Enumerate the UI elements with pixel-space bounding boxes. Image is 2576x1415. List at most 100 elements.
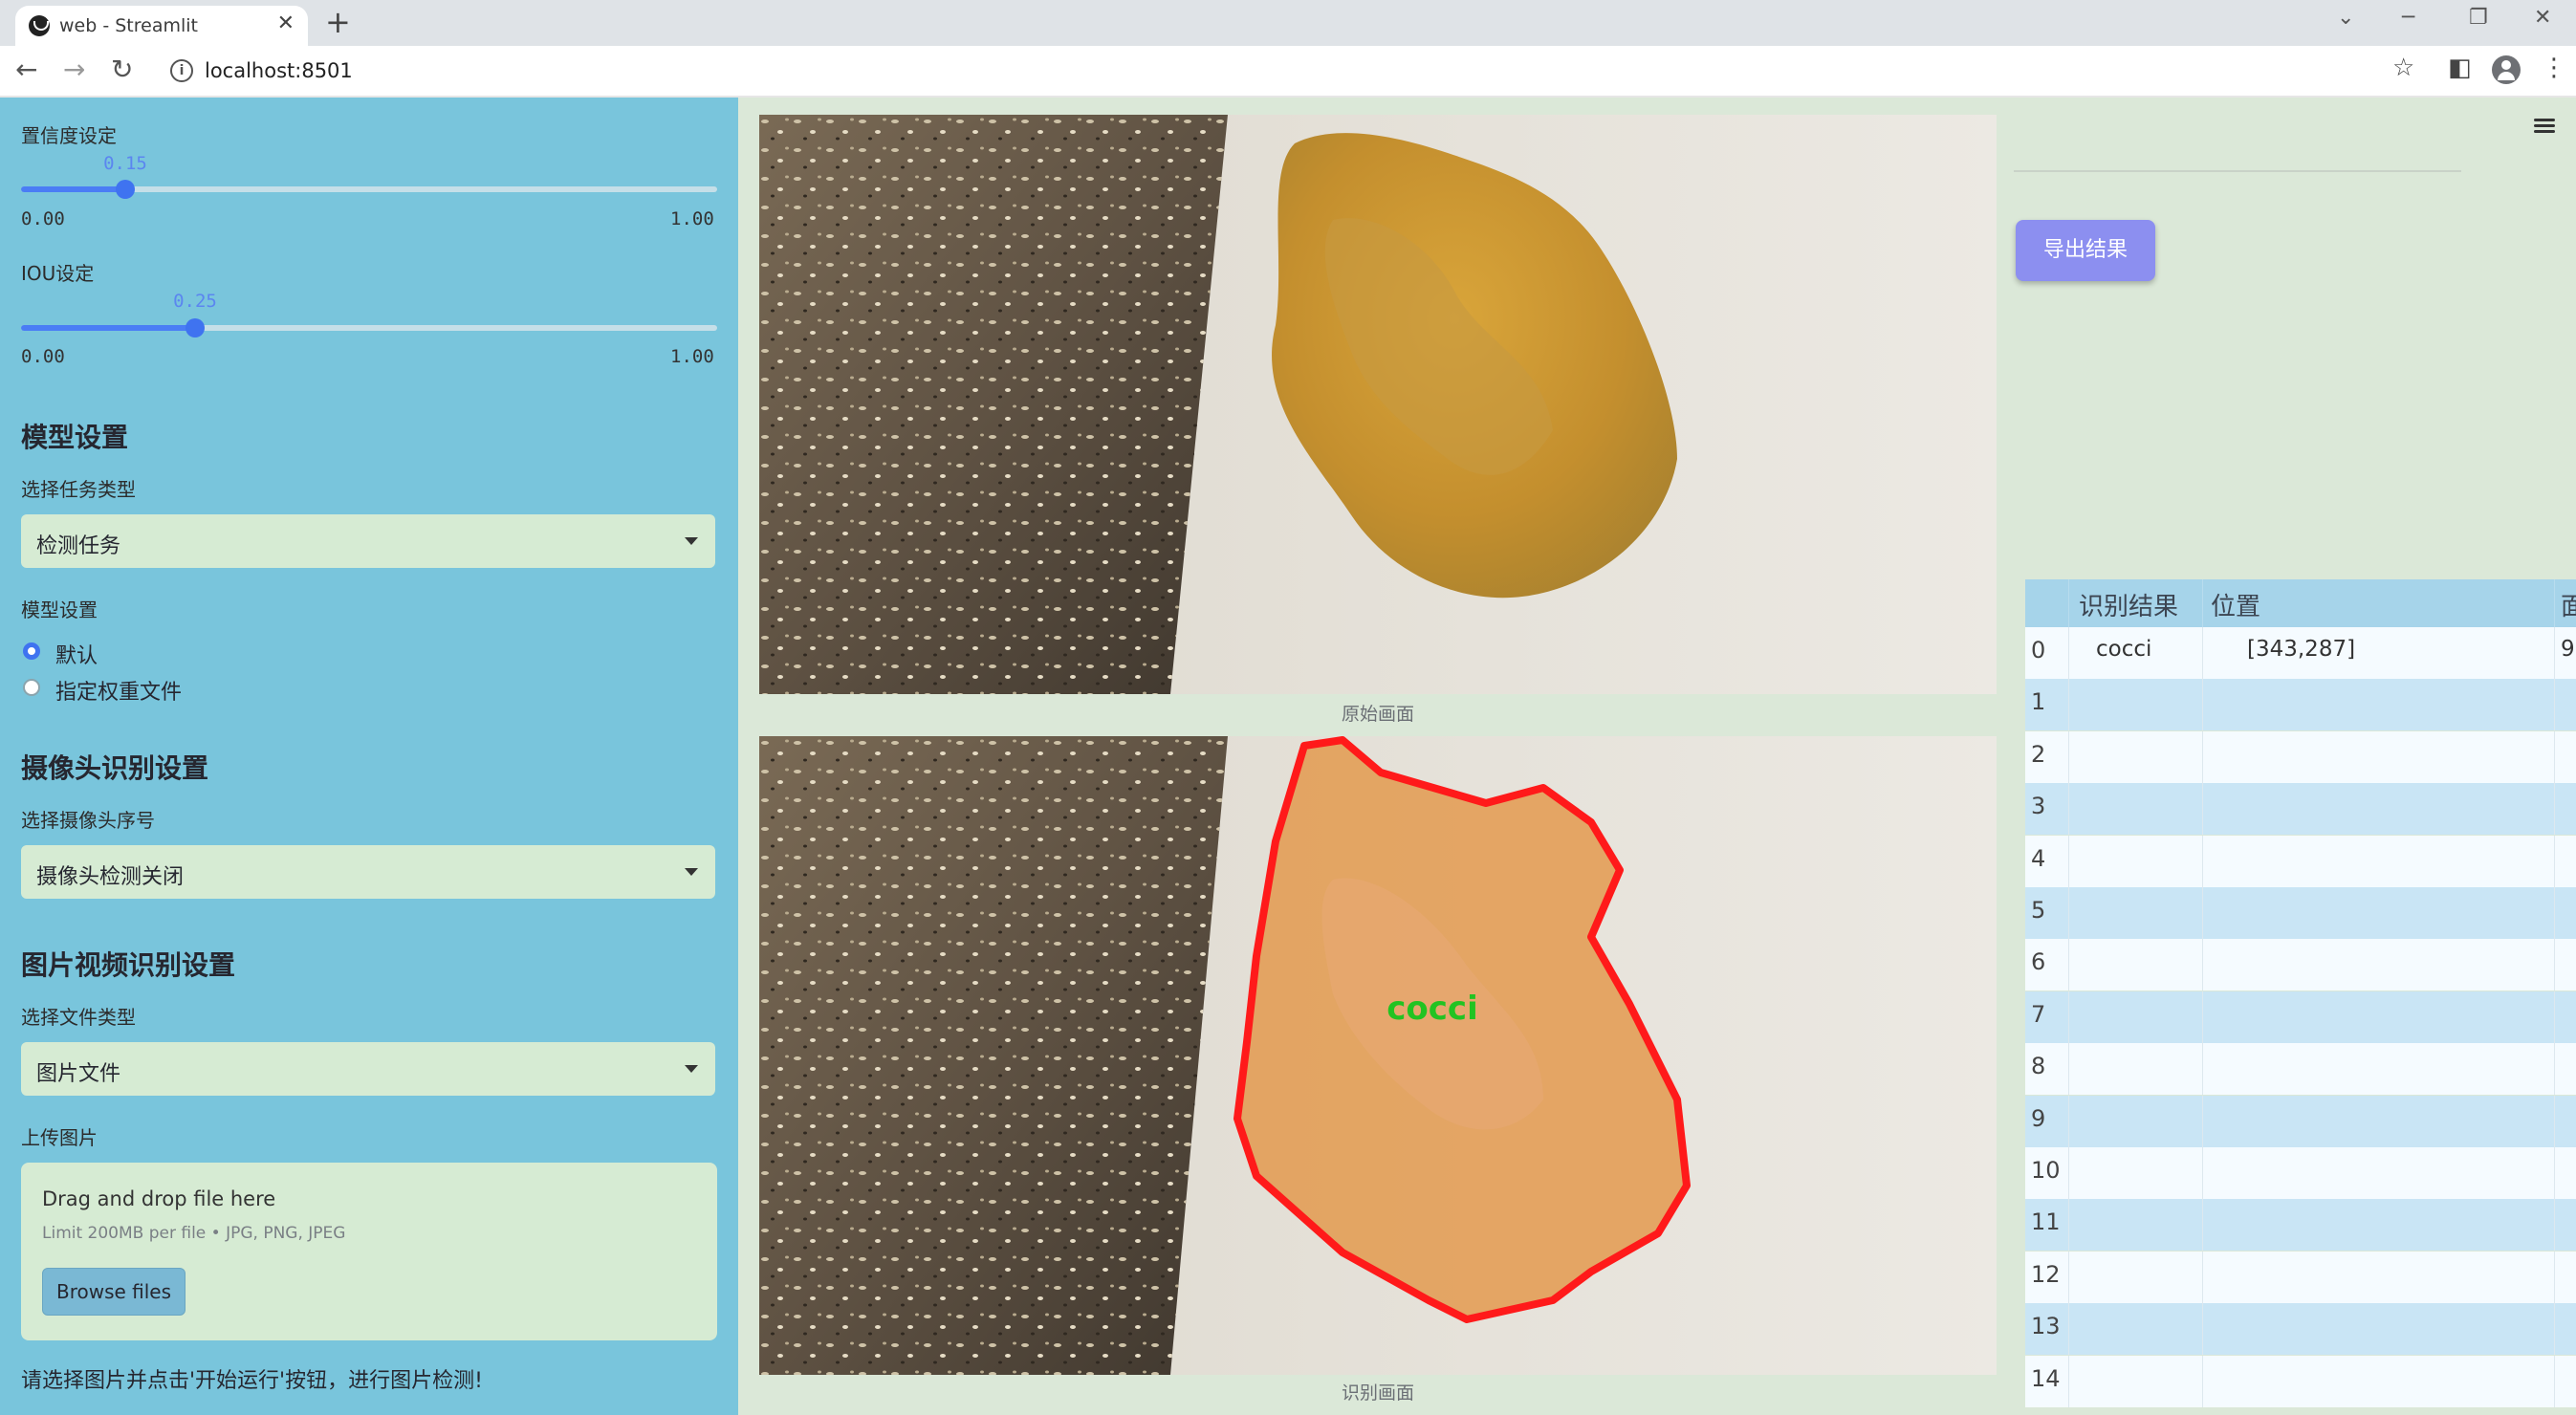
- confidence-min: 0.00: [21, 208, 65, 229]
- browser-tab-bar: web - Streamlit ✕ + ⌄ ─ ❐ ✕: [0, 0, 2576, 46]
- cell-position: [2203, 730, 2555, 783]
- url-field[interactable]: i localhost:8501: [157, 52, 2410, 90]
- row-index: 3: [2025, 783, 2069, 836]
- original-scene: [759, 115, 1997, 694]
- table-row[interactable]: 13: [2025, 1303, 2576, 1356]
- restore-icon[interactable]: ❐: [2469, 6, 2488, 30]
- browser-tab[interactable]: web - Streamlit ✕: [15, 6, 308, 46]
- file-type-value: 图片文件: [36, 1062, 121, 1086]
- radio-unselected-icon[interactable]: [23, 679, 40, 696]
- forward-icon[interactable]: →: [63, 54, 85, 85]
- table-row[interactable]: 7: [2025, 990, 2576, 1043]
- result-image: cocci: [759, 736, 1997, 1375]
- cell-position: [2203, 939, 2555, 991]
- cell-result: [2069, 783, 2203, 836]
- table-row[interactable]: 0cocci[343,287]952380.04: [2025, 627, 2576, 679]
- table-row[interactable]: 1: [2025, 679, 2576, 731]
- row-index: 12: [2025, 1251, 2069, 1303]
- file-uploader[interactable]: Drag and drop file here Limit 200MB per …: [21, 1163, 717, 1340]
- result-scene: cocci: [759, 736, 1997, 1375]
- row-index: 8: [2025, 1043, 2069, 1096]
- task-type-select[interactable]: 检测任务: [21, 514, 715, 568]
- confidence-label: 置信度设定: [21, 124, 117, 147]
- close-tab-icon[interactable]: ✕: [277, 11, 295, 35]
- cell-result: [2069, 730, 2203, 783]
- table-row[interactable]: 8: [2025, 1043, 2576, 1096]
- cell-position: [2203, 1043, 2555, 1096]
- camera-select-value: 摄像头检测关闭: [36, 865, 185, 889]
- cell-position: [2203, 990, 2555, 1043]
- cell-area: [2555, 991, 2576, 1043]
- hamburger-menu-icon[interactable]: [2534, 119, 2555, 134]
- reload-icon[interactable]: ↻: [111, 54, 133, 85]
- original-image: [759, 115, 1997, 694]
- table-row[interactable]: 5: [2025, 887, 2576, 939]
- chevron-down-icon: [685, 868, 698, 876]
- header-area[interactable]: 面积: [2555, 579, 2576, 627]
- row-index: 6: [2025, 939, 2069, 991]
- cell-position: [2203, 679, 2555, 731]
- confidence-slider-fill: [21, 186, 125, 192]
- bookmark-star-icon[interactable]: ☆: [2392, 54, 2414, 82]
- cell-position: [2203, 783, 2555, 836]
- minimize-icon[interactable]: ─: [2402, 6, 2414, 30]
- table-row[interactable]: 10: [2025, 1147, 2576, 1199]
- results-table: 识别结果 位置 面积 时间 0cocci[343,287]952380.0412…: [2025, 579, 2576, 1415]
- cell-position: [2203, 1355, 2555, 1407]
- upload-label: 上传图片: [21, 1126, 98, 1149]
- browse-files-button[interactable]: Browse files: [42, 1268, 186, 1316]
- site-info-icon[interactable]: i: [170, 59, 193, 82]
- new-tab-icon[interactable]: +: [325, 4, 351, 40]
- cell-position: [343,287]: [2203, 627, 2555, 679]
- detection-label: cocci: [1386, 990, 1477, 1028]
- tab-search-icon[interactable]: ⌄: [2337, 6, 2354, 30]
- iou-slider[interactable]: [21, 318, 717, 337]
- confidence-slider[interactable]: [21, 180, 717, 199]
- cell-area: 95238: [2555, 627, 2576, 679]
- close-window-icon[interactable]: ✕: [2534, 6, 2551, 30]
- file-settings-header: 图片视频识别设置: [21, 949, 236, 981]
- cell-result: [2069, 887, 2203, 939]
- file-type-select[interactable]: 图片文件: [21, 1042, 715, 1096]
- table-row[interactable]: 12: [2025, 1251, 2576, 1303]
- result-caption: 识别画面: [1341, 1382, 1414, 1404]
- cell-area: [2555, 1199, 2576, 1251]
- table-row[interactable]: 6: [2025, 939, 2576, 991]
- radio-selected-icon[interactable]: [23, 642, 40, 660]
- camera-index-label: 选择摄像头序号: [21, 809, 155, 832]
- iou-slider-thumb[interactable]: [186, 318, 205, 337]
- table-row[interactable]: 4: [2025, 835, 2576, 887]
- cell-result: cocci: [2069, 627, 2203, 679]
- table-row[interactable]: 9: [2025, 1095, 2576, 1147]
- cell-area: [2555, 731, 2576, 783]
- cell-position: [2203, 1251, 2555, 1303]
- header-position[interactable]: 位置: [2203, 579, 2555, 627]
- task-type-label: 选择任务类型: [21, 478, 136, 501]
- upload-limit-text: Limit 200MB per file • JPG, PNG, JPEG: [42, 1224, 346, 1243]
- header-result[interactable]: 识别结果: [2069, 579, 2203, 627]
- profile-avatar-icon[interactable]: [2492, 55, 2521, 84]
- table-row[interactable]: 11: [2025, 1199, 2576, 1252]
- camera-settings-header: 摄像头识别设置: [21, 752, 209, 784]
- row-index: 9: [2025, 1095, 2069, 1147]
- table-row[interactable]: 14: [2025, 1355, 2576, 1407]
- camera-select[interactable]: 摄像头检测关闭: [21, 845, 715, 899]
- table-row[interactable]: 3: [2025, 783, 2576, 836]
- export-results-button[interactable]: 导出结果: [2016, 220, 2155, 281]
- divider: [2014, 170, 2461, 172]
- confidence-slider-thumb[interactable]: [116, 180, 135, 199]
- table-row[interactable]: 2: [2025, 730, 2576, 783]
- streamlit-favicon-icon: [29, 15, 50, 36]
- iou-value: 0.25: [173, 291, 217, 312]
- confidence-max: 1.00: [670, 208, 714, 229]
- radio-custom-weights-label: 指定权重文件: [55, 681, 183, 705]
- cell-result: [2069, 1199, 2203, 1252]
- side-panel-icon[interactable]: ◧: [2448, 54, 2472, 82]
- cell-area: [2555, 887, 2576, 939]
- cell-position: [2203, 887, 2555, 939]
- row-index: 7: [2025, 990, 2069, 1043]
- iou-max: 1.00: [670, 346, 714, 367]
- browser-menu-icon[interactable]: ⋮: [2542, 54, 2566, 82]
- cell-result: [2069, 835, 2203, 887]
- back-icon[interactable]: ←: [15, 54, 37, 85]
